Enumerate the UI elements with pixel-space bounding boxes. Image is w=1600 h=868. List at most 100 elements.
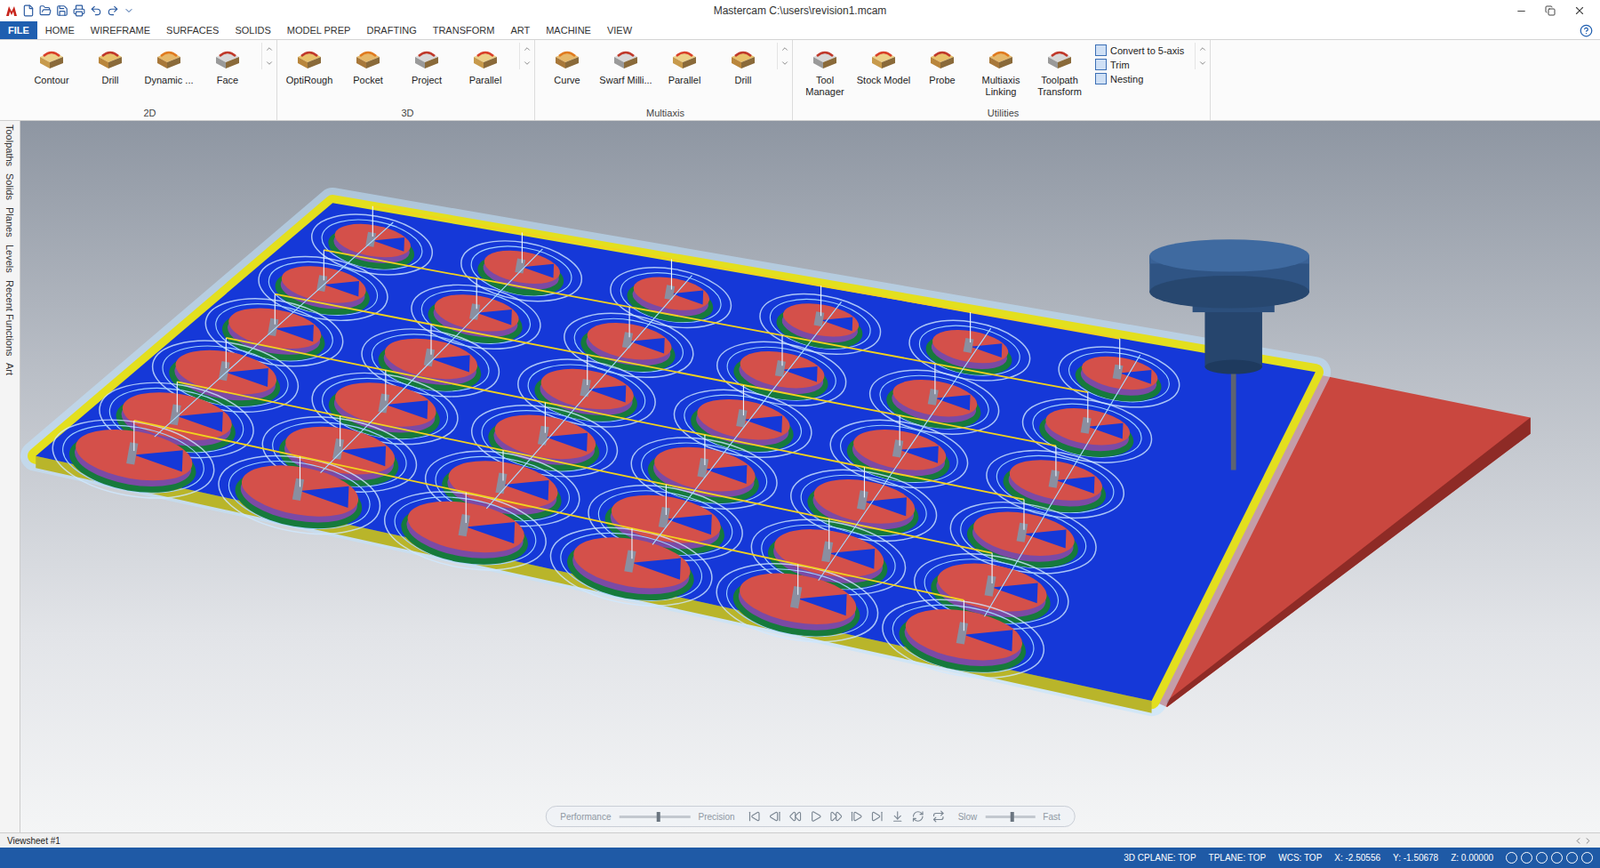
- toolpath-scene[interactable]: [20, 120, 1600, 832]
- toolpath-icon: [552, 45, 583, 72]
- view-icon[interactable]: [1551, 851, 1563, 864]
- scroll-down-icon[interactable]: [522, 58, 532, 68]
- customize-icon[interactable]: [123, 5, 135, 16]
- quick-access-icon[interactable]: [56, 4, 69, 17]
- ribbon-button[interactable]: Project: [398, 42, 456, 89]
- restore-icon[interactable]: [1544, 5, 1556, 16]
- side-tab[interactable]: Levels: [4, 244, 16, 273]
- side-tab[interactable]: Planes: [4, 207, 16, 238]
- quality-slider[interactable]: [618, 815, 690, 818]
- playback-icon[interactable]: [789, 809, 802, 823]
- group-scroller: [261, 42, 277, 70]
- side-tab[interactable]: Toolpaths: [4, 124, 16, 167]
- quick-access-icon[interactable]: [39, 4, 52, 17]
- help-icon[interactable]: [1579, 24, 1593, 38]
- ribbon-button[interactable]: OptiRough: [280, 42, 338, 89]
- scroll-up-icon[interactable]: [780, 44, 790, 54]
- viewsheet-tab[interactable]: Viewsheet #1: [7, 835, 61, 846]
- menu-tab[interactable]: TRANSFORM: [424, 21, 504, 40]
- view-icon[interactable]: [1520, 851, 1533, 864]
- ribbon-button[interactable]: Tool Manager: [796, 42, 854, 100]
- menu-tab[interactable]: MODEL PREP: [279, 21, 360, 40]
- toolpath-icon: [669, 45, 700, 72]
- next-sheet-icon[interactable]: [1583, 835, 1593, 846]
- ribbon-button[interactable]: Curve: [538, 42, 596, 89]
- menu-tab[interactable]: ART: [502, 21, 538, 40]
- status-item: TPLANE: TOP: [1208, 852, 1267, 863]
- side-tabs: Toolpaths Solids Planes Levels Recent Functi…: [0, 120, 21, 832]
- quick-access-icon[interactable]: [72, 4, 86, 17]
- ribbon-button[interactable]: Drill: [81, 42, 139, 89]
- playback-icon[interactable]: [891, 809, 904, 823]
- previous-sheet-icon[interactable]: [1573, 835, 1584, 846]
- ribbon-button[interactable]: Pocket: [339, 42, 397, 89]
- playback-icon[interactable]: [850, 809, 864, 823]
- playback-icon[interactable]: [768, 809, 782, 823]
- menu-tab[interactable]: DRAFTING: [358, 21, 424, 40]
- playback-icon[interactable]: [932, 809, 945, 823]
- ribbon-button[interactable]: Stock Model: [855, 42, 912, 89]
- view-icon[interactable]: [1536, 851, 1548, 864]
- playback-icon[interactable]: [830, 809, 843, 823]
- scroll-down-icon[interactable]: [264, 58, 274, 68]
- side-tab[interactable]: Recent Functions: [4, 280, 16, 357]
- quick-access-icon[interactable]: [89, 4, 103, 17]
- menu-tab[interactable]: WIREFRAME: [82, 21, 159, 40]
- ribbon-button[interactable]: Drill: [714, 42, 772, 89]
- view-icon[interactable]: [1566, 851, 1578, 864]
- slider-thumb[interactable]: [656, 811, 660, 822]
- ribbon-button[interactable]: Swarf Milli...: [597, 42, 655, 89]
- toolpath-icon: [411, 45, 442, 72]
- ribbon-button[interactable]: Contour: [23, 42, 80, 89]
- title-bar: Mastercam C:\users\revision1.mcam: [0, 0, 1600, 22]
- ribbon-button[interactable]: Dynamic ...: [140, 42, 198, 89]
- machined-part: [876, 587, 1050, 688]
- quick-access-icon[interactable]: [106, 4, 120, 17]
- small-ribbon-button[interactable]: Nesting: [1095, 72, 1184, 85]
- group-scroller: [776, 42, 792, 70]
- small-ribbon-button[interactable]: Convert to 5-axis: [1095, 44, 1184, 56]
- ribbon-button[interactable]: Toolpath Transform: [1031, 42, 1088, 100]
- playback-icon[interactable]: [809, 809, 823, 823]
- menu-tab[interactable]: VIEW: [599, 21, 640, 40]
- menu-tab[interactable]: HOME: [37, 21, 83, 40]
- ribbon-button[interactable]: Face: [199, 42, 256, 89]
- quick-access-icon[interactable]: [22, 4, 35, 17]
- view-icon[interactable]: [1505, 851, 1518, 864]
- scroll-down-icon[interactable]: [1198, 58, 1208, 68]
- toolpath-icon: [728, 45, 759, 72]
- ribbon-button[interactable]: Multiaxis Linking: [972, 42, 1030, 100]
- ribbon-button[interactable]: Probe: [913, 42, 971, 89]
- machined-part: [710, 552, 884, 653]
- side-tab[interactable]: Art: [4, 362, 16, 376]
- side-tab[interactable]: Solids: [4, 173, 16, 200]
- graphics-viewport[interactable]: PerformancePrecisionSlowFast: [20, 120, 1600, 832]
- minimize-icon[interactable]: [1515, 5, 1528, 17]
- quality-max-label: Precision: [697, 811, 735, 822]
- menu-tab[interactable]: MACHINE: [537, 21, 600, 40]
- scroll-up-icon[interactable]: [264, 44, 274, 54]
- toolpath-icon: [927, 45, 958, 72]
- scroll-up-icon[interactable]: [1198, 44, 1208, 54]
- menu-tab[interactable]: SURFACES: [158, 21, 227, 40]
- slider-thumb[interactable]: [1010, 811, 1015, 822]
- toolpath-icon: [1044, 45, 1075, 72]
- ribbon-button[interactable]: Parallel: [456, 42, 514, 89]
- scroll-down-icon[interactable]: [780, 58, 790, 68]
- view-icon[interactable]: [1581, 851, 1593, 864]
- close-icon[interactable]: [1573, 4, 1586, 17]
- toolpath-icon: [985, 45, 1016, 72]
- speed-max-label: Fast: [1042, 811, 1060, 822]
- status-item: 3D CPLANE: TOP: [1123, 852, 1196, 863]
- menu-tab[interactable]: FILE: [0, 21, 38, 40]
- ribbon-button[interactable]: Parallel: [656, 42, 713, 89]
- scroll-up-icon[interactable]: [522, 44, 532, 54]
- playback-icon[interactable]: [912, 809, 925, 823]
- speed-slider[interactable]: [984, 815, 1035, 818]
- machined-part: [904, 312, 1035, 390]
- small-ribbon-button[interactable]: Trim: [1095, 58, 1184, 71]
- menu-tab[interactable]: SOLIDS: [226, 21, 279, 40]
- playback-icon[interactable]: [748, 809, 761, 823]
- playback-icon[interactable]: [871, 809, 884, 823]
- status-bar: 3D CPLANE: TOPTPLANE: TOPWCS: TOPX: -2.5…: [0, 847, 1600, 868]
